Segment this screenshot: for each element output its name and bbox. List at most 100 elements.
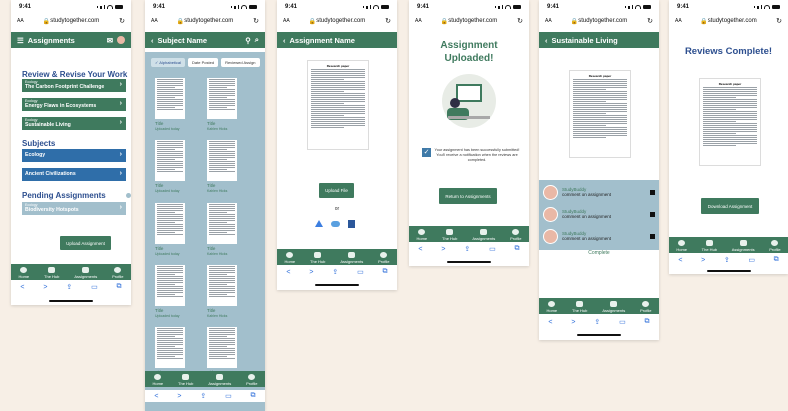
tabs-icon[interactable]: ⧉	[515, 245, 520, 253]
book-icon[interactable]: ▭	[489, 245, 496, 253]
text-size-button[interactable]: AA	[17, 18, 24, 24]
review-card[interactable]: Ecology Energy Flaws in Ecosystems ›	[22, 98, 126, 111]
back-icon[interactable]: <	[20, 284, 24, 291]
tabs-icon[interactable]: ⧉	[251, 392, 256, 400]
back-chevron-icon[interactable]: ‹	[545, 36, 548, 45]
check-icon[interactable]	[650, 211, 655, 217]
tab-profile[interactable]: Profile	[769, 240, 781, 252]
assignment-thumbnail[interactable]	[207, 203, 237, 244]
back-chevron-icon[interactable]: ‹	[283, 36, 286, 45]
back-icon[interactable]: <	[154, 393, 158, 400]
tab-profile[interactable]: Profile	[640, 301, 651, 313]
reload-icon[interactable]: ↻	[647, 17, 653, 25]
cloud-icon[interactable]	[331, 221, 340, 227]
tab-assignments[interactable]: Assignments	[208, 374, 231, 386]
back-icon[interactable]: <	[678, 257, 682, 264]
tab-profile[interactable]: Profile	[378, 252, 389, 264]
assignment-thumbnail[interactable]	[207, 265, 237, 306]
forward-icon[interactable]: >	[441, 246, 445, 253]
forward-icon[interactable]: >	[43, 284, 47, 291]
url-bar[interactable]: AA 🔒 studytogether.com ↻	[11, 14, 131, 28]
url-bar[interactable]: AA 🔒 studytogether.com ↻	[669, 14, 788, 28]
tab-home[interactable]: Home	[18, 267, 29, 279]
review-card[interactable]: Ecology Sustainable Living ›	[22, 117, 126, 130]
return-to-assignments-button[interactable]: Return to Assignments	[439, 188, 497, 204]
back-icon[interactable]: <	[286, 269, 290, 276]
tabs-icon[interactable]: ⧉	[117, 283, 122, 291]
assignment-thumbnail[interactable]	[207, 327, 237, 368]
chip-alphabetical[interactable]: ✓ Alphabetical	[151, 58, 186, 67]
share-icon[interactable]: ⇪	[464, 245, 470, 253]
download-assignment-button[interactable]: Download Assignment	[701, 198, 759, 214]
tabs-icon[interactable]: ⧉	[645, 318, 650, 326]
check-icon[interactable]	[650, 233, 655, 239]
text-size-button[interactable]: AA	[283, 18, 290, 24]
tab-home[interactable]: Home	[546, 301, 557, 313]
tab-assignments[interactable]: Assignments	[732, 240, 755, 252]
reviewer-row[interactable]: StudyBuddy comment on assignment	[539, 225, 659, 247]
assignment-thumbnail[interactable]	[155, 140, 185, 181]
tab-profile[interactable]: Profile	[510, 229, 521, 241]
url-bar[interactable]: AA 🔒 studytogether.com ↻	[145, 14, 265, 28]
share-icon[interactable]: ⇪	[200, 392, 206, 400]
upload-assignment-button[interactable]: Upload Assignment	[60, 236, 111, 250]
tab-assignments[interactable]: Assignments	[472, 229, 495, 241]
book-icon[interactable]: ▭	[357, 268, 364, 276]
book-icon[interactable]: ▭	[748, 256, 755, 264]
book-icon[interactable]: ▭	[91, 283, 98, 291]
reviewer-row[interactable]: StudyBuddy comment on assignment	[539, 203, 659, 225]
assignment-thumbnail[interactable]	[155, 203, 185, 244]
tab-home[interactable]: Home	[152, 374, 163, 386]
forward-icon[interactable]: >	[701, 257, 705, 264]
tab-hub[interactable]: The Hub	[310, 252, 325, 264]
reviewer-row[interactable]: StudyBuddy comment on assignment	[539, 181, 659, 203]
chat-icon[interactable]: ✉	[107, 36, 113, 45]
reload-icon[interactable]: ↻	[517, 17, 523, 25]
tabs-icon[interactable]: ⧉	[383, 268, 388, 276]
assignment-thumbnail[interactable]	[155, 327, 185, 368]
assignment-thumbnail[interactable]	[207, 78, 237, 119]
tab-profile[interactable]: Profile	[112, 267, 123, 279]
share-icon[interactable]: ⇪	[66, 283, 72, 291]
book-icon[interactable]: ▭	[619, 318, 626, 326]
forward-icon[interactable]: >	[177, 393, 181, 400]
url-bar[interactable]: AA 🔒 studytogether.com ↻	[539, 14, 659, 28]
text-size-button[interactable]: AA	[415, 18, 422, 24]
reload-icon[interactable]: ↻	[776, 17, 782, 25]
tab-assignments[interactable]: Assignments	[602, 301, 625, 313]
tab-home[interactable]: Home	[676, 240, 687, 252]
subject-card[interactable]: Ecology ›	[22, 149, 126, 162]
complete-link[interactable]: Complete	[539, 250, 659, 256]
tab-home[interactable]: Home	[284, 252, 295, 264]
share-icon[interactable]: ⇪	[724, 256, 730, 264]
reload-icon[interactable]: ↻	[385, 17, 391, 25]
word-icon[interactable]	[348, 220, 355, 228]
share-icon[interactable]: ⇪	[594, 318, 600, 326]
forward-icon[interactable]: >	[571, 319, 575, 326]
chip-date-posted[interactable]: Date Posted	[188, 58, 219, 67]
chip-reviewed[interactable]: Reviewed Assign	[221, 58, 260, 67]
text-size-button[interactable]: AA	[545, 18, 552, 24]
filter-icon[interactable]: ⚲	[245, 36, 251, 45]
forward-icon[interactable]: >	[309, 269, 313, 276]
tab-profile[interactable]: Profile	[246, 374, 257, 386]
url-bar[interactable]: AA 🔒 studytogether.com ↻	[277, 14, 397, 28]
upload-file-button[interactable]: Upload File	[319, 183, 354, 198]
google-drive-icon[interactable]	[315, 220, 323, 227]
tab-home[interactable]: Home	[416, 229, 427, 241]
reload-icon[interactable]: ↻	[119, 17, 125, 25]
tab-hub[interactable]: The Hub	[178, 374, 193, 386]
subject-card[interactable]: Ancient Civilizations ›	[22, 168, 126, 181]
avatar[interactable]	[117, 36, 125, 44]
text-size-button[interactable]: AA	[151, 18, 158, 24]
share-icon[interactable]: ⇪	[332, 268, 338, 276]
tabs-icon[interactable]: ⧉	[774, 256, 779, 264]
book-icon[interactable]: ▭	[225, 392, 232, 400]
search-icon[interactable]: ⌕	[255, 35, 259, 45]
back-chevron-icon[interactable]: ‹	[151, 36, 154, 45]
tab-hub[interactable]: The Hub	[702, 240, 717, 252]
tab-assignments[interactable]: Assignments	[74, 267, 97, 279]
pending-card[interactable]: Ecology Biodiversity Hotspots ›	[22, 202, 126, 215]
tab-hub[interactable]: The Hub	[44, 267, 59, 279]
tab-hub[interactable]: The Hub	[442, 229, 457, 241]
